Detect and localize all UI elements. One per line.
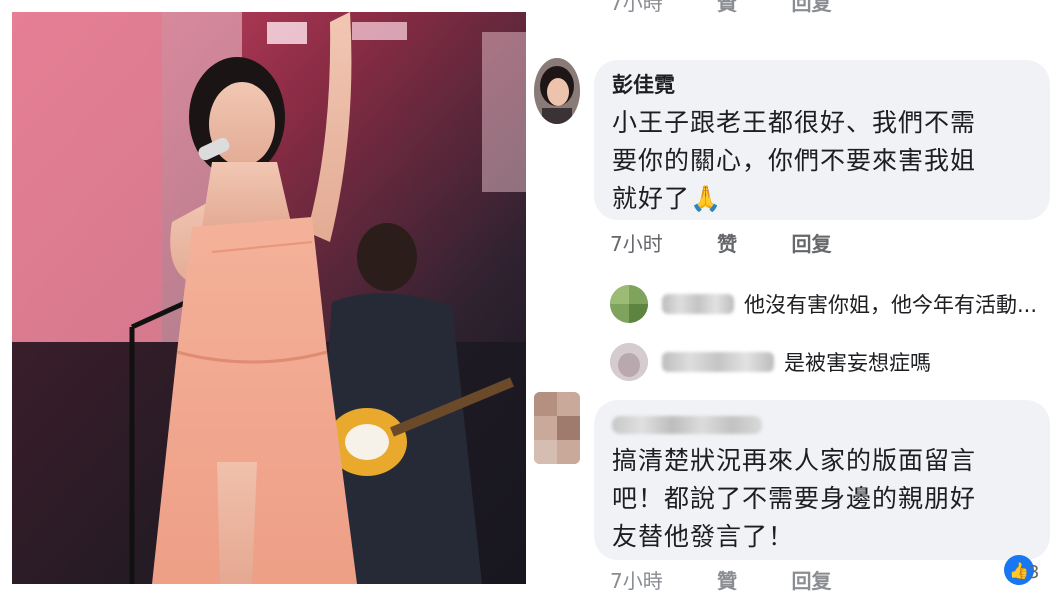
- like-link[interactable]: 赞: [717, 232, 737, 256]
- comment-meta-row-bottom: 7小時 贊 回复: [610, 565, 879, 594]
- comment-bubble-main: 彭佳霓 小王子跟老王都很好、我們不需 要你的關心，你們不要來害我姐 就好了🙏: [594, 60, 1050, 220]
- reply-avatar-image: [610, 343, 648, 381]
- comment-meta-row: 7小时 赞 回复: [610, 228, 879, 257]
- comment-text: 搞清楚狀況再來人家的版面留言 吧！都說了不需要身邊的親朋好 友替他發言了！: [612, 446, 977, 551]
- comment-time: 7小時: [610, 0, 663, 15]
- avatar[interactable]: [534, 392, 580, 464]
- reply-avatar[interactable]: [610, 343, 648, 381]
- reply-link[interactable]: 回复: [791, 569, 831, 593]
- blurred-username: [662, 294, 734, 314]
- comment-text: 小王子跟老王都很好、我們不需 要你的關心，你們不要來害我姐 就好了🙏: [612, 108, 977, 213]
- concert-photo: [12, 12, 526, 584]
- avatar[interactable]: [534, 58, 580, 124]
- blurred-username: [612, 416, 762, 434]
- reply-avatar-image: [610, 285, 648, 323]
- avatar-photo: [534, 58, 580, 124]
- comments-panel: 7小時 贊 回复 彭佳霓 小王子跟老王都很好、我們不需 要你的關心，你們不要來害…: [532, 0, 1060, 596]
- comment-bubble-third: 搞清楚狀況再來人家的版面留言 吧！都說了不需要身邊的親朋好 友替他發言了！: [594, 400, 1050, 560]
- reply-avatar[interactable]: [610, 285, 648, 323]
- reaction-count: 3: [1028, 562, 1040, 583]
- reply-link[interactable]: 回复: [791, 232, 831, 256]
- like-link[interactable]: 贊: [717, 569, 737, 593]
- comment-author[interactable]: 彭佳霓: [612, 70, 1032, 100]
- avatar-photo: [534, 392, 580, 464]
- reply-item[interactable]: 是被害妄想症嗎: [662, 343, 931, 381]
- reply-text: 是被害妄想症嗎: [784, 351, 931, 375]
- concert-photo-art: [12, 12, 526, 584]
- comment-time: 7小时: [610, 232, 663, 256]
- blurred-username: [662, 352, 774, 372]
- comment-time: 7小時: [610, 569, 663, 593]
- reply-item[interactable]: 他沒有害你姐，他今年有活動...: [662, 285, 1037, 323]
- reply-text: 他沒有害你姐，他今年有活動...: [744, 293, 1038, 317]
- reply-link[interactable]: 回复: [791, 0, 831, 15]
- like-link[interactable]: 贊: [717, 0, 737, 15]
- comment-meta-row-top: 7小時 贊 回复: [610, 0, 879, 16]
